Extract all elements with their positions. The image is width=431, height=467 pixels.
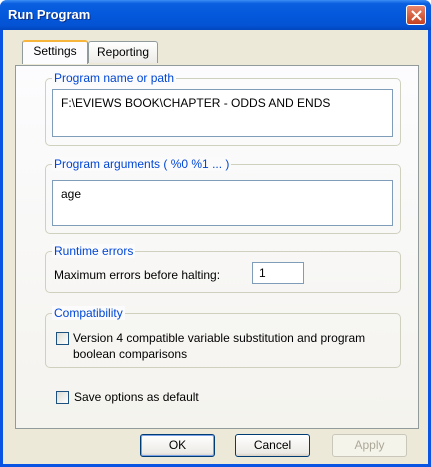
close-icon xyxy=(411,10,422,21)
apply-button-label: Apply xyxy=(354,438,385,452)
ok-button[interactable]: OK xyxy=(140,434,215,457)
program-path-value: F:\EVIEWS BOOK\CHAPTER - ODDS AND ENDS xyxy=(61,96,331,110)
program-path-input[interactable]: F:\EVIEWS BOOK\CHAPTER - ODDS AND ENDS xyxy=(52,89,393,137)
save-default-label: Save options as default xyxy=(74,390,199,404)
tab-reporting-label: Reporting xyxy=(96,45,150,59)
close-button[interactable] xyxy=(406,5,426,25)
program-name-legend: Program name or path xyxy=(52,71,177,85)
version4-compat-checkbox[interactable] xyxy=(56,332,69,345)
program-args-input[interactable]: age xyxy=(52,180,393,226)
window-title: Run Program xyxy=(8,7,91,22)
version4-compat-label-line2: boolean comparisons xyxy=(73,347,188,361)
compatibility-legend: Compatibility xyxy=(52,306,125,320)
runtime-errors-legend: Runtime errors xyxy=(52,244,136,258)
cancel-button-label: Cancel xyxy=(253,438,292,452)
program-args-value: age xyxy=(61,187,82,201)
tab-settings[interactable]: Settings xyxy=(22,40,88,64)
compatibility-group: Compatibility Version 4 compatible varia… xyxy=(45,306,401,368)
tab-settings-label: Settings xyxy=(33,44,77,58)
max-errors-label: Maximum errors before halting: xyxy=(54,268,221,282)
run-program-dialog: Run Program Settings Reporting Program n… xyxy=(0,0,431,467)
version4-compat-label-line1: Version 4 compatible variable substituti… xyxy=(73,331,366,345)
tab-reporting[interactable]: Reporting xyxy=(88,41,158,63)
settings-panel: Program name or path F:\EVIEWS BOOK\CHAP… xyxy=(15,65,419,429)
max-errors-value: 1 xyxy=(259,266,266,280)
save-default-checkbox[interactable] xyxy=(56,391,69,404)
program-args-legend: Program arguments ( %0 %1 ... ) xyxy=(52,157,232,171)
apply-button[interactable]: Apply xyxy=(332,434,407,457)
cancel-button[interactable]: Cancel xyxy=(235,434,310,457)
ok-button-label: OK xyxy=(168,438,187,452)
max-errors-input[interactable]: 1 xyxy=(252,262,304,284)
title-bar[interactable]: Run Program xyxy=(0,0,431,30)
runtime-errors-group: Runtime errors Maximum errors before hal… xyxy=(45,244,401,293)
